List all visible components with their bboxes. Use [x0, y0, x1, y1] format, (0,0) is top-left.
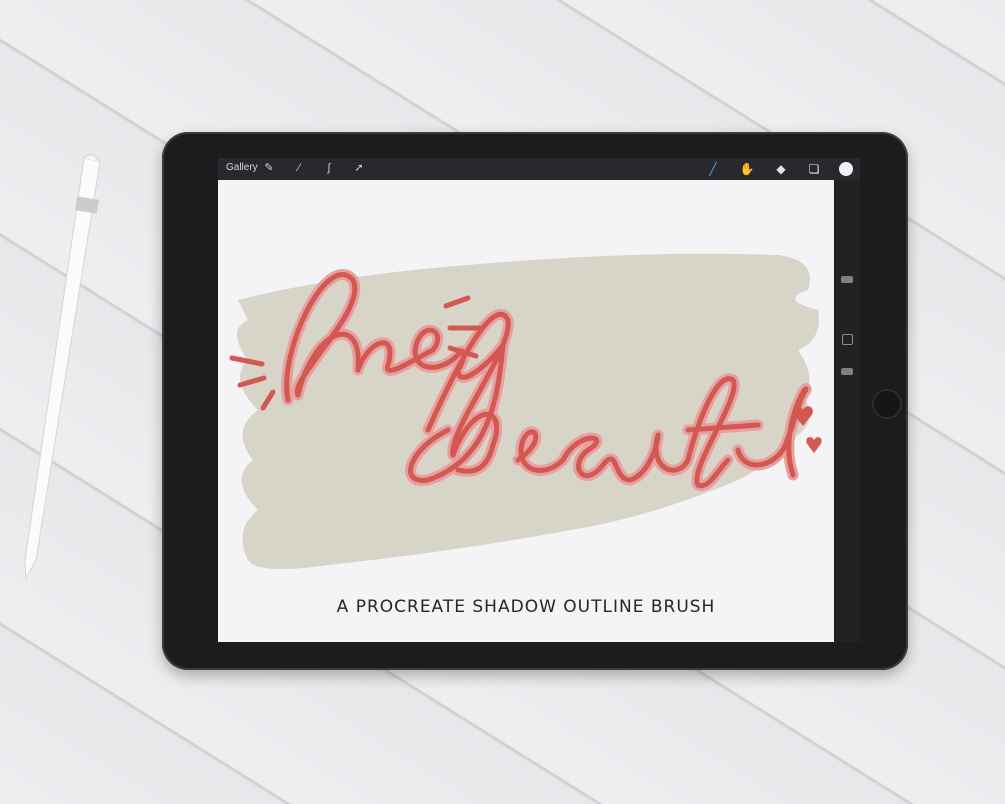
layers-icon[interactable]: ❏	[806, 161, 822, 177]
brush-icon[interactable]: ╱	[705, 161, 721, 177]
home-button[interactable]	[872, 389, 902, 419]
color-picker-button[interactable]	[839, 162, 853, 176]
artwork-caption: A PROCREATE SHADOW OUTLINE BRUSH	[336, 597, 716, 617]
wrench-icon[interactable]: ✎	[262, 161, 276, 175]
brush-size-slider[interactable]	[841, 276, 853, 283]
wand-icon[interactable]: ⁄	[292, 161, 306, 175]
smudge-icon[interactable]: ✋	[739, 161, 755, 177]
transform-icon[interactable]: ➚	[352, 161, 366, 175]
modify-button[interactable]	[842, 334, 853, 345]
gallery-button[interactable]: Gallery	[226, 162, 258, 173]
eraser-icon[interactable]: ◆	[773, 161, 789, 177]
drawing-canvas[interactable]: A PROCREATE SHADOW OUTLINE BRUSH	[218, 180, 834, 642]
opacity-slider[interactable]	[841, 368, 853, 375]
lettering-artwork	[229, 253, 822, 569]
procreate-sidebar	[834, 180, 860, 642]
selection-icon[interactable]: ʃ	[322, 161, 336, 175]
procreate-screen: Gallery ✎ ⁄ ʃ ➚ ╱ ✋ ◆ ❏ A PROCREATE SHAD…	[218, 158, 860, 642]
procreate-toolbar: Gallery ✎ ⁄ ʃ ➚ ╱ ✋ ◆ ❏	[218, 158, 860, 180]
